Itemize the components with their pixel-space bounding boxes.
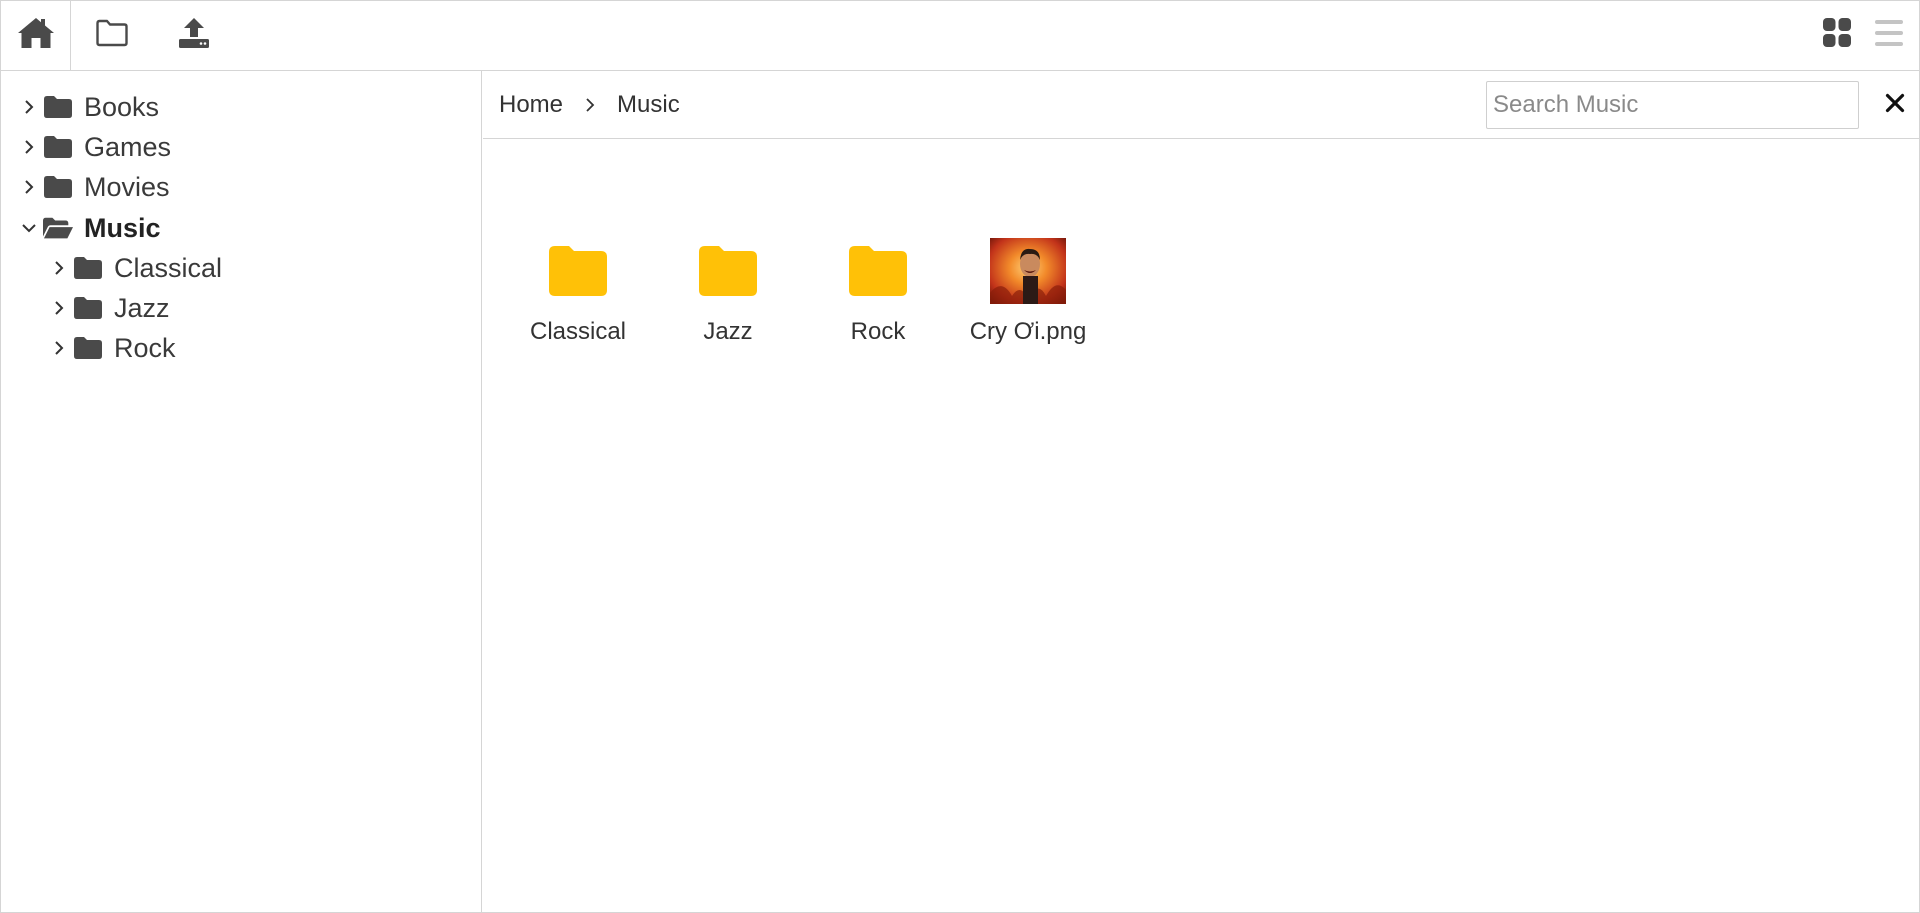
tree-item-jazz[interactable]: Jazz <box>49 288 170 328</box>
folder-open-icon <box>43 215 73 241</box>
navigation-tree: Books Games Movies Music Classical Jazz … <box>1 71 482 913</box>
file-manager: Books Games Movies Music Classical Jazz … <box>0 0 1920 913</box>
address-bar: Home Music <box>483 71 1919 139</box>
folder-icon <box>95 19 129 52</box>
tree-item-label: Rock <box>114 332 176 363</box>
image-thumbnail <box>953 236 1103 306</box>
grid-view-button[interactable] <box>1811 1 1863 70</box>
folder-icon <box>43 134 73 160</box>
upload-button[interactable] <box>163 1 225 70</box>
tree-item-rock[interactable]: Rock <box>49 328 176 368</box>
tree-item-label: Games <box>84 131 172 162</box>
folder-icon <box>73 295 103 321</box>
tree-item-books[interactable]: Books <box>19 87 159 127</box>
breadcrumb: Home Music <box>499 71 680 139</box>
chevron-down-icon[interactable] <box>19 218 39 238</box>
list-view-button[interactable] <box>1863 1 1915 70</box>
file-name: Classical <box>529 318 627 345</box>
folder-icon <box>73 335 103 361</box>
file-name: Rock <box>850 318 906 345</box>
tree-item-music[interactable]: Music <box>19 208 161 248</box>
tree-item-label: Books <box>84 91 160 122</box>
upload-icon <box>177 17 211 54</box>
folder-icon <box>503 236 653 306</box>
folder-icon <box>73 255 103 281</box>
chevron-right-icon[interactable] <box>19 137 39 157</box>
file-item-rock[interactable]: Rock <box>803 236 953 366</box>
tree-item-label: Classical <box>114 252 223 283</box>
file-name: Cry Ơi.png <box>969 318 1087 345</box>
search-input[interactable] <box>1486 81 1859 129</box>
tree-item-classical[interactable]: Classical <box>49 248 222 288</box>
close-icon <box>1885 93 1905 118</box>
folder-icon <box>43 94 73 120</box>
chevron-right-icon[interactable] <box>49 298 69 318</box>
new-folder-button[interactable] <box>81 1 143 70</box>
home-icon <box>17 16 55 55</box>
chevron-right-icon[interactable] <box>19 177 39 197</box>
tree-item-label: Movies <box>84 171 170 202</box>
file-item-classical[interactable]: Classical <box>503 236 653 366</box>
tree-item-label: Music <box>84 212 161 243</box>
file-name: Jazz <box>703 318 753 345</box>
folder-icon <box>43 174 73 200</box>
file-item-jazz[interactable]: Jazz <box>653 236 803 366</box>
chevron-right-icon[interactable] <box>19 97 39 117</box>
breadcrumb-home[interactable]: Home <box>499 91 563 119</box>
toolbar <box>1 1 1919 71</box>
content-pane: Home Music Classical <box>483 71 1919 913</box>
clear-search-button[interactable] <box>1873 83 1917 127</box>
tree-item-movies[interactable]: Movies <box>19 167 170 207</box>
grid-view-icon <box>1823 18 1851 53</box>
home-button[interactable] <box>1 1 71 70</box>
tree-item-games[interactable]: Games <box>19 127 171 167</box>
chevron-right-icon[interactable] <box>49 338 69 358</box>
chevron-right-icon[interactable] <box>49 258 69 278</box>
chevron-right-icon <box>585 97 595 113</box>
file-item-image[interactable]: Cry Ơi.png <box>953 236 1103 366</box>
folder-icon <box>653 236 803 306</box>
tree-item-label: Jazz <box>114 292 170 323</box>
list-view-icon <box>1875 18 1903 53</box>
folder-icon <box>803 236 953 306</box>
breadcrumb-music[interactable]: Music <box>617 91 680 119</box>
file-grid: Classical Jazz Rock Cry Ơi.png <box>483 140 1919 913</box>
